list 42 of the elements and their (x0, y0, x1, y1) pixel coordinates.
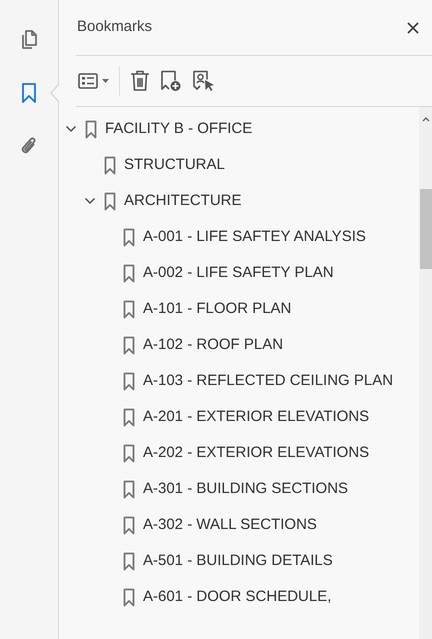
bookmark-icon (123, 372, 135, 391)
bookmark-icon (123, 588, 135, 607)
bookmark-item[interactable]: A-302 - WALL SECTIONS (143, 515, 321, 535)
bookmark-item[interactable]: A-202 - EXTERIOR ELEVATIONS (143, 443, 374, 463)
bookmark-icon (123, 264, 135, 283)
bookmark-icon (85, 120, 97, 139)
bookmark-item[interactable]: A-301 - BUILDING SECTIONS (143, 479, 352, 499)
trash-icon[interactable] (130, 70, 150, 92)
bookmark-item[interactable]: ARCHITECTURE (124, 191, 246, 211)
bookmark-item[interactable]: A-201 - EXTERIOR ELEVATIONS (143, 407, 374, 427)
bookmark-icon (123, 444, 135, 463)
bookmark-icon (123, 300, 135, 319)
chevron-down-icon[interactable] (65, 125, 77, 133)
bookmark-icon (123, 480, 135, 499)
bookmark-item[interactable]: STRUCTURAL (124, 155, 229, 175)
bookmark-icon (104, 192, 116, 211)
pages-icon[interactable] (19, 29, 39, 51)
bookmark-icon (123, 516, 135, 535)
bookmark-icon (123, 552, 135, 571)
panel-title: Bookmarks (77, 17, 152, 38)
bookmark-item[interactable]: A-101 - FLOOR PLAN (143, 299, 296, 319)
bookmark-icon (123, 228, 135, 247)
bookmark-cursor-icon[interactable] (192, 70, 216, 92)
caret-icon[interactable] (102, 79, 109, 83)
bookmark-item[interactable]: A-601 - DOOR SCHEDULE, (143, 587, 336, 607)
scroll-up-icon[interactable] (422, 117, 430, 122)
bookmark-item[interactable]: A-103 - REFLECTED CEILING PLAN (143, 371, 398, 391)
bookmark-item[interactable]: A-001 - LIFE SAFTEY ANALYSIS (143, 227, 370, 247)
bookmark-item[interactable]: A-102 - ROOF PLAN (143, 335, 288, 355)
bookmark-icon (104, 156, 116, 175)
bookmark-icon (123, 336, 135, 355)
bookmark-item[interactable]: A-501 - BUILDING DETAILS (143, 551, 337, 571)
chevron-down-icon[interactable] (84, 197, 96, 205)
options-list-icon[interactable] (78, 73, 98, 89)
close-icon[interactable] (406, 20, 420, 34)
bookmark-icon[interactable] (21, 82, 37, 104)
new-bookmark-icon[interactable] (160, 70, 182, 92)
scroll-thumb[interactable] (420, 189, 432, 269)
scrollbar[interactable] (419, 107, 432, 639)
bookmark-item[interactable]: A-002 - LIFE SAFETY PLAN (143, 263, 338, 283)
bookmark-item[interactable]: FACILITY B - OFFICE (105, 119, 256, 139)
bookmark-icon (123, 408, 135, 427)
